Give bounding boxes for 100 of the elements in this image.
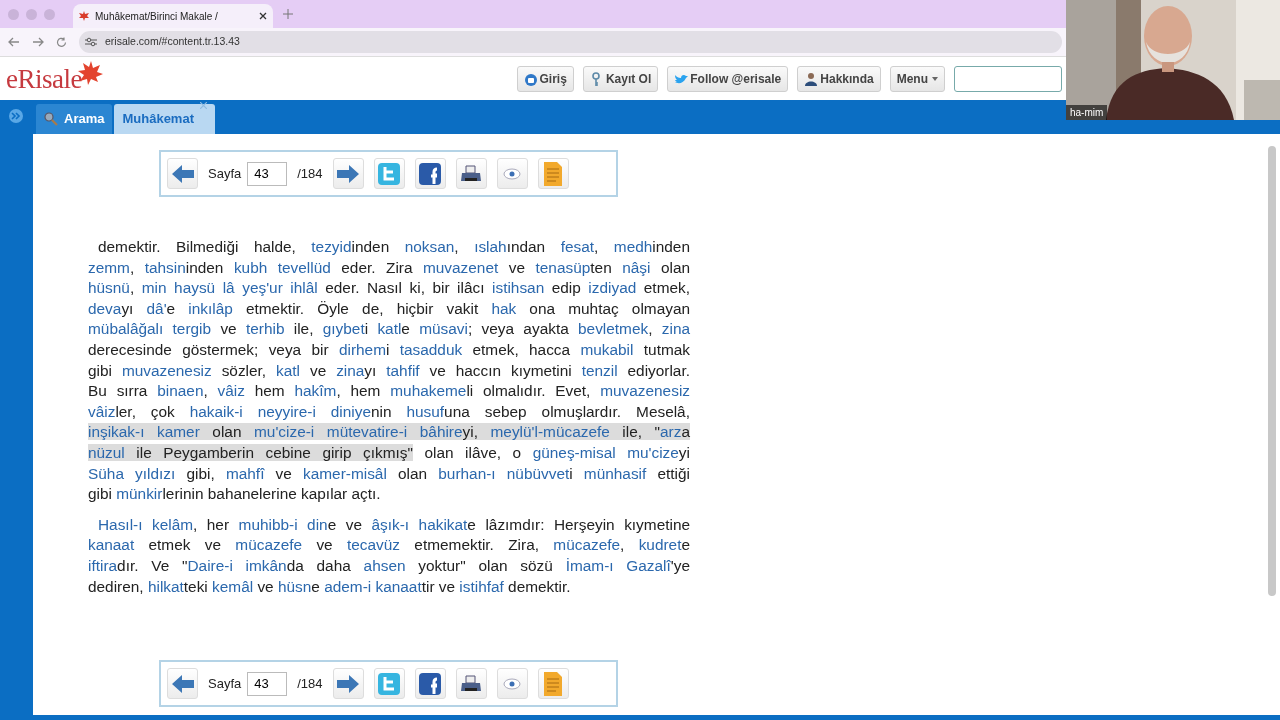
tab[interactable]: Arama (36, 104, 113, 134)
text-link[interactable]: katl (276, 361, 300, 379)
text-link[interactable]: vâiz (88, 402, 116, 420)
text-link[interactable]: inkılâp (188, 299, 233, 317)
expand-icon[interactable] (8, 108, 24, 124)
text-link[interactable]: istihsan (492, 279, 545, 297)
text-link[interactable]: husuf (406, 402, 445, 420)
text-link[interactable]: adem-i kanaat (324, 577, 422, 595)
menu-button[interactable]: Menu (889, 65, 945, 92)
text-link[interactable]: muvazenesiz (121, 361, 212, 379)
print-button[interactable] (455, 158, 487, 189)
text-link[interactable]: mahfî (225, 464, 265, 482)
text-link[interactable]: müsavi (419, 320, 468, 338)
text-link[interactable]: kudret (638, 536, 682, 554)
text-link[interactable]: gıybet (322, 320, 365, 338)
header-button[interactable]: Follow @erisale (667, 65, 789, 92)
text-link[interactable]: mücazefe (235, 536, 303, 554)
document-button[interactable] (537, 668, 569, 699)
forward-icon[interactable] (32, 37, 44, 47)
text-link[interactable]: tahsin (144, 258, 186, 276)
eye-button[interactable] (496, 158, 528, 189)
previous-page-button[interactable] (167, 668, 198, 699)
text-link[interactable]: medh (613, 238, 653, 255)
text-link[interactable]: hilkat (147, 577, 184, 595)
text-link[interactable]: hak (491, 299, 517, 317)
text-link[interactable]: güneş-misal mu'cize (532, 443, 679, 461)
text-link[interactable]: terhib (245, 320, 285, 338)
next-page-button[interactable] (332, 158, 364, 189)
text-link[interactable]: muvazenesiz (600, 382, 690, 400)
document-button[interactable] (537, 158, 569, 189)
f-share-button[interactable] (414, 158, 446, 189)
eye-button[interactable] (496, 668, 528, 699)
text-link[interactable]: zina (661, 320, 690, 338)
text-link[interactable]: ahsen (363, 556, 406, 574)
text-link[interactable]: kubh tevellüd (233, 258, 331, 276)
text-link[interactable]: vâiz (217, 382, 245, 400)
address-bar[interactable]: erisale.com/#content.tr.13.43 (79, 31, 1062, 53)
eye-icon (503, 677, 522, 690)
text-link[interactable]: mukabil (580, 340, 634, 358)
bird-share-button[interactable] (373, 668, 405, 699)
tab[interactable]: Muhâkemat (114, 104, 215, 134)
header-button[interactable]: Giriş (516, 65, 574, 92)
text-link[interactable]: İmam-ı Gazalî (565, 556, 671, 574)
back-icon[interactable] (8, 37, 20, 47)
bird-share-button[interactable] (373, 158, 405, 189)
text-link[interactable]: zina (336, 361, 365, 379)
text-link[interactable]: Daire-i imkân (187, 556, 287, 574)
text-link[interactable]: min haysü lâ yeş'ur ihlâl (141, 279, 318, 297)
text-link[interactable]: katl (377, 320, 402, 338)
text-link[interactable]: kanaat (88, 536, 135, 554)
text-link[interactable]: mücazefe (553, 536, 621, 554)
text-link[interactable]: münhasif (583, 464, 647, 482)
text-link[interactable]: dirhem (338, 340, 386, 358)
text-link[interactable]: mu'cize-i mütevatire-i bâhire (254, 423, 463, 441)
close-icon[interactable] (200, 102, 207, 109)
reload-icon[interactable] (56, 36, 67, 48)
text-link[interactable]: arz (660, 423, 682, 441)
text-link[interactable]: binaen (157, 382, 204, 400)
text-link[interactable]: deva (88, 299, 122, 317)
text-link[interactable]: tezyid (311, 238, 352, 255)
header-button[interactable]: Hakkında (797, 65, 881, 92)
text-link[interactable]: muvazenet (423, 258, 499, 276)
text-link[interactable]: muhibb-i din (238, 515, 328, 533)
text-link[interactable]: münkir (116, 485, 163, 503)
plus-icon[interactable] (283, 9, 293, 19)
next-page-button[interactable] (332, 668, 364, 699)
text-link[interactable]: inşikak-ı kamer (88, 423, 200, 441)
text-link[interactable]: hakîm (294, 382, 337, 400)
text-link[interactable]: istihfaf (459, 577, 504, 595)
text-link[interactable]: Süha yıldızı (88, 464, 176, 482)
text-link[interactable]: tenasüp (535, 258, 591, 276)
header-button[interactable]: Kayıt Ol (582, 65, 659, 92)
search-field[interactable] (954, 65, 1062, 92)
text-link[interactable]: tecavüz (347, 536, 401, 554)
text-link[interactable]: âşık-ı hakikat (371, 515, 468, 533)
text-link[interactable]: kemâl (212, 577, 254, 595)
text-link[interactable]: iftira (88, 556, 118, 574)
text-link[interactable]: tenzil (581, 361, 618, 379)
browser-tab[interactable]: Muhâkemat/Birinci Makale / (73, 4, 273, 28)
text-link[interactable]: nüzul (88, 443, 125, 461)
page-number-field[interactable]: 43 (247, 671, 288, 696)
text-link[interactable]: hakaik-i neyyire-i diniye (189, 402, 371, 420)
previous-page-button[interactable] (167, 158, 198, 189)
scrollbar[interactable] (1268, 146, 1276, 596)
text-link[interactable]: Hasıl-ı kelâm (98, 515, 194, 533)
text-link[interactable]: tasadduk (399, 340, 463, 358)
text-link[interactable]: tahfif (386, 361, 420, 379)
text-link[interactable]: zemm (88, 258, 130, 276)
text-link[interactable]: nâşi (622, 258, 651, 276)
text-link[interactable]: hüsn (277, 577, 312, 595)
text-link[interactable]: mübalâğalı tergib (88, 320, 212, 338)
text-link[interactable]: dâ' (146, 299, 167, 317)
print-button[interactable] (455, 668, 487, 699)
text-link[interactable]: hüsnü (88, 279, 130, 297)
text-link[interactable]: meylü'l-mücazefe (490, 423, 610, 441)
f-share-button[interactable] (414, 668, 446, 699)
text-link[interactable]: kamer-misâl (303, 464, 387, 482)
text-link[interactable]: izdiyad (588, 279, 637, 297)
text-link[interactable]: ıslah (474, 238, 507, 255)
page-number-field[interactable]: 43 (247, 161, 288, 186)
